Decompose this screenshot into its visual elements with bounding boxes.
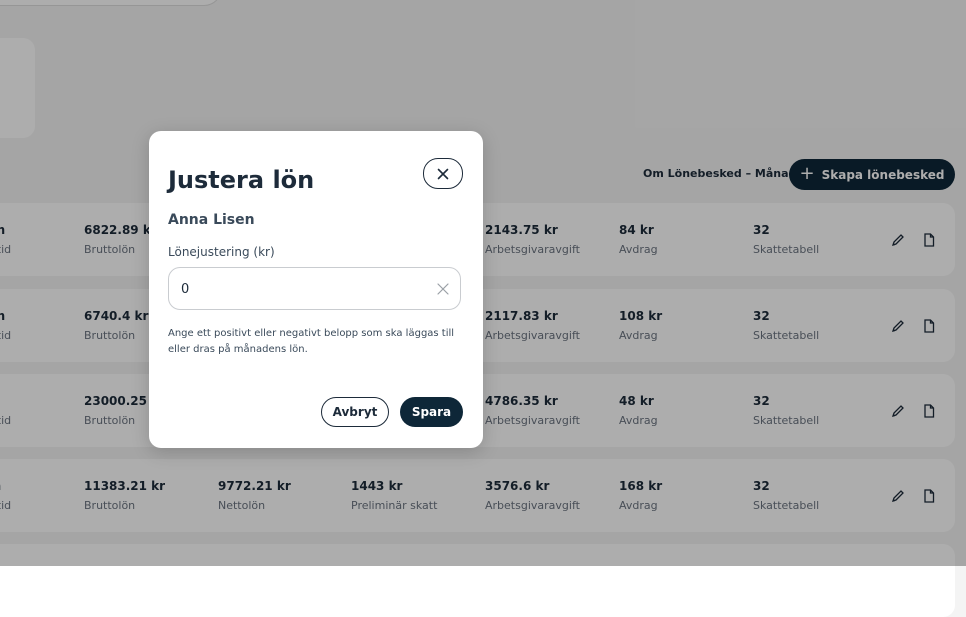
cancel-button[interactable]: Avbryt bbox=[321, 397, 389, 427]
close-icon bbox=[437, 168, 449, 179]
adjustment-input[interactable] bbox=[181, 278, 421, 300]
modal-backdrop[interactable] bbox=[0, 0, 966, 566]
dialog-title: Justera lön bbox=[168, 166, 315, 194]
adjustment-field[interactable] bbox=[168, 267, 461, 310]
save-button[interactable]: Spara bbox=[400, 397, 463, 427]
employee-name: Anna Lisen bbox=[168, 212, 255, 228]
adjust-salary-dialog: Justera lön Anna Lisen Lönejustering (kr… bbox=[149, 131, 483, 448]
help-text: Ange ett positivt eller negativt belopp … bbox=[168, 328, 455, 355]
clear-icon[interactable] bbox=[437, 283, 449, 295]
close-button[interactable] bbox=[423, 158, 463, 189]
adjustment-label: Lönejustering (kr) bbox=[168, 245, 275, 259]
